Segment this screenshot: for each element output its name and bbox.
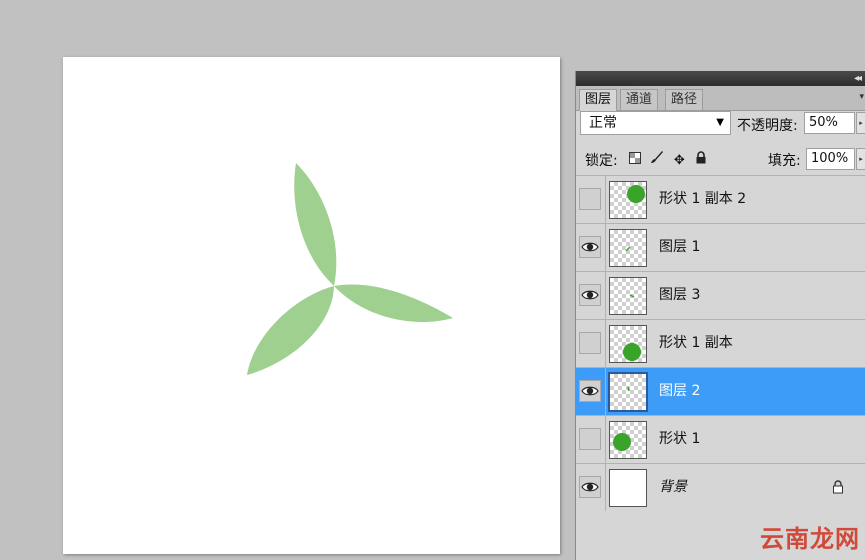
eye-icon[interactable]	[580, 479, 600, 495]
tab-layers[interactable]: 图层	[579, 89, 618, 111]
column-divider	[605, 464, 606, 511]
panel-titlebar[interactable]: ◂◂	[576, 71, 865, 86]
petal-bottom	[247, 286, 334, 375]
tab-channels[interactable]: 通道	[620, 89, 659, 110]
layers-panel: ◂◂ 图层 通道 路径 ▾ 正常 ▼ 不透明度: 50% ▸ 锁定: ✥ 填充:…	[575, 71, 865, 560]
visibility-toggle[interactable]	[579, 428, 601, 450]
layer-row[interactable]: 形状 1 副本 2	[576, 175, 865, 223]
eye-icon[interactable]	[580, 239, 600, 255]
panel-menu-icon[interactable]: ▾	[859, 92, 864, 102]
eye-icon[interactable]	[580, 383, 600, 399]
petal-right	[334, 284, 453, 323]
tab-paths[interactable]: 路径	[665, 89, 704, 110]
layer-name[interactable]: 背景	[659, 464, 687, 511]
column-divider	[605, 368, 606, 415]
layer-row[interactable]: 形状 1 副本	[576, 319, 865, 367]
lock-label: 锁定:	[585, 153, 618, 169]
eye-icon[interactable]	[580, 287, 600, 303]
layer-row-selected[interactable]: 图层 2	[576, 367, 865, 415]
document-canvas[interactable]	[63, 57, 560, 554]
layer-thumbnail	[608, 372, 648, 412]
lock-icon	[833, 480, 843, 494]
watermark: 云南龙网	[760, 525, 860, 553]
layer-row[interactable]: 图层 3	[576, 271, 865, 319]
column-divider	[605, 416, 606, 463]
layer-name[interactable]: 形状 1 副本 2	[659, 176, 746, 223]
column-divider	[605, 224, 606, 271]
column-divider	[605, 272, 606, 319]
blend-mode-select[interactable]: 正常 ▼	[580, 111, 731, 135]
visibility-toggle[interactable]	[579, 332, 601, 354]
layer-name[interactable]: 图层 1	[659, 224, 700, 271]
layer-name[interactable]: 形状 1 副本	[659, 320, 733, 367]
layer-thumbnail	[609, 325, 647, 363]
blend-mode-value: 正常	[589, 115, 617, 131]
fill-input[interactable]: 100%	[806, 148, 855, 170]
lock-icons: ✥	[626, 150, 710, 169]
column-divider	[605, 176, 606, 223]
petal-top	[294, 163, 337, 286]
collapse-icon[interactable]: ◂◂	[854, 71, 862, 86]
layer-thumbnail	[609, 421, 647, 459]
layer-thumbnail	[609, 277, 647, 315]
layer-name[interactable]: 形状 1	[659, 416, 700, 463]
layer-name[interactable]: 图层 2	[659, 368, 700, 415]
opacity-input[interactable]: 50%	[804, 112, 855, 134]
leaf-artwork	[247, 163, 453, 375]
lock-all-icon[interactable]	[692, 151, 710, 167]
chevron-down-icon: ▼	[716, 117, 724, 128]
fill-slider-button[interactable]: ▸	[856, 148, 865, 170]
lock-transparent-icon[interactable]	[626, 152, 644, 168]
fill-label: 填充:	[768, 153, 801, 169]
lock-brush-icon[interactable]	[648, 150, 666, 166]
layer-thumbnail	[609, 469, 647, 507]
layer-name[interactable]: 图层 3	[659, 272, 700, 319]
layer-row[interactable]: 背景	[576, 463, 865, 511]
layer-row[interactable]: 图层 1	[576, 223, 865, 271]
column-divider	[605, 320, 606, 367]
visibility-toggle[interactable]	[579, 188, 601, 210]
layer-list: 形状 1 副本 2 图层 1 图层 3 形状 1 副本 图层 2 形状 1 背景	[576, 175, 865, 511]
lock-move-icon[interactable]: ✥	[670, 153, 688, 169]
layer-thumbnail	[609, 229, 647, 267]
layer-row[interactable]: 形状 1	[576, 415, 865, 463]
opacity-slider-button[interactable]: ▸	[856, 112, 865, 134]
opacity-label: 不透明度:	[737, 118, 798, 134]
panel-tabs: 图层 通道 路径 ▾	[576, 86, 865, 111]
layer-thumbnail	[609, 181, 647, 219]
